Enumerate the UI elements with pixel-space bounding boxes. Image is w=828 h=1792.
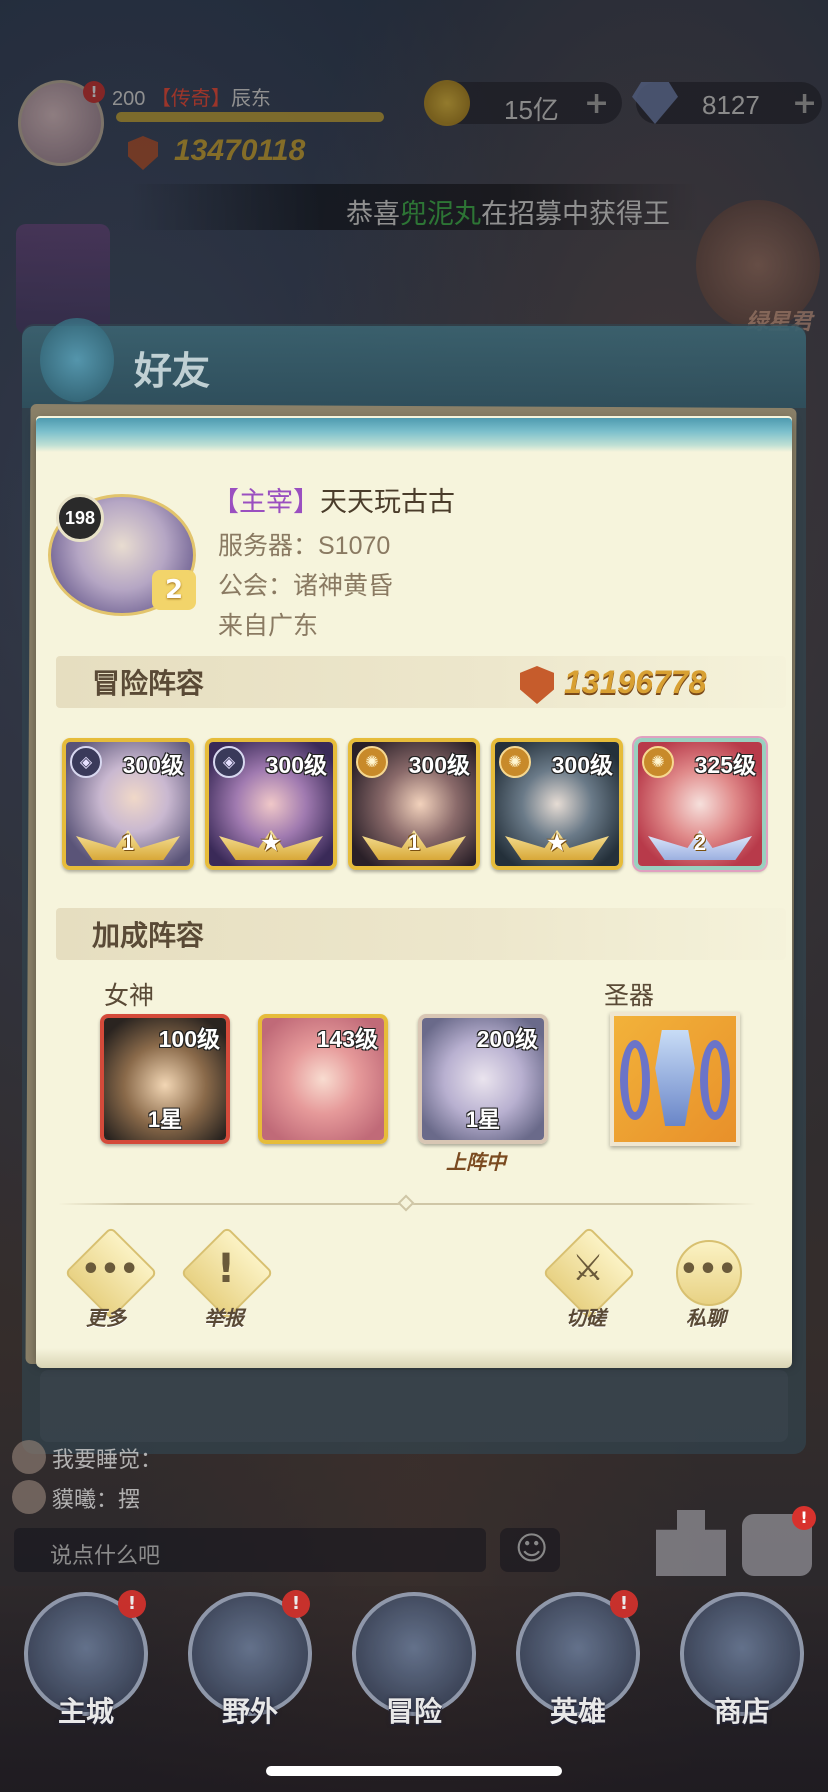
profile-guild: 公会：诸神黄昏 [218, 572, 394, 600]
warning-icon: ! [216, 1246, 236, 1292]
hero-star-rank: 1 [407, 830, 421, 855]
chat-line: 貘曦：摆 [52, 1487, 141, 1512]
chat-line: 我要睡觉： [52, 1447, 163, 1472]
artifact-card[interactable] [610, 1012, 740, 1146]
hero-faction-icon: ✺ [642, 746, 674, 778]
hero-level: 300级 [265, 752, 327, 778]
panel-top-border [36, 418, 792, 452]
bag-icon[interactable]: ! [742, 1506, 816, 1576]
artifact-claw-icon [620, 1040, 650, 1120]
chat-input-placeholder: 说点什么吧 [50, 1543, 161, 1568]
hero-card-4[interactable]: ✺ 300级 ★ [491, 738, 623, 870]
friends-window-emblem-icon [40, 318, 114, 402]
chat-avatar [12, 1440, 46, 1474]
nav-label-heroes: 英雄 [549, 1696, 606, 1727]
hero-star-rank: 1 [121, 830, 135, 855]
hero-level: 300级 [122, 752, 184, 778]
hero-card-3[interactable]: ✺ 300级 1 [348, 738, 480, 870]
duel-label: 切磋 [566, 1308, 606, 1330]
private-chat-label: 私聊 [686, 1308, 726, 1330]
hero-level: 300级 [551, 752, 613, 778]
lineup-power: 13196778 [564, 664, 707, 700]
artifact-label: 圣器 [604, 982, 655, 1010]
goddess-card-3[interactable]: 200级 1星 [418, 1014, 548, 1144]
bonus-lineup-title: 加成阵容 [92, 920, 205, 951]
chat-bubble-icon: ••• [679, 1252, 737, 1287]
nav-label-shop: 商店 [713, 1696, 770, 1727]
emoji-button[interactable] [500, 1528, 560, 1572]
profile-location: 来自广东 [218, 612, 319, 640]
chat-avatar [12, 1480, 46, 1514]
hero-card-2[interactable]: ◈ 300级 ★ [205, 738, 337, 870]
profile-frame-badge: 2 [152, 570, 196, 610]
profile-name: 天天玩古古 [320, 487, 455, 517]
friends-window-footer [40, 1370, 788, 1442]
adventure-lineup-title: 冒险阵容 [92, 668, 205, 699]
nav-label-main-city: 主城 [57, 1696, 114, 1727]
nav-label-adventure: 冒险 [385, 1696, 442, 1727]
artifact-claw-icon [700, 1040, 730, 1120]
profile-title-tag: 【主宰】 [212, 487, 320, 517]
artifact-crystal-icon [655, 1030, 695, 1126]
hero-faction-icon: ✺ [356, 746, 388, 778]
nav-alert-badge: ! [282, 1590, 310, 1618]
hero-faction-icon: ◈ [70, 746, 102, 778]
ellipsis-icon: ••• [81, 1252, 139, 1287]
hero-faction-icon: ✺ [499, 746, 531, 778]
goddess-star: 1星 [147, 1107, 183, 1132]
crossed-swords-icon: ⚔ [571, 1248, 605, 1289]
panel-bottom-edge [36, 1348, 792, 1368]
hero-star-rank: ★ [547, 830, 567, 855]
home-indicator[interactable] [266, 1766, 562, 1776]
goddess-card-2[interactable]: 143级 [258, 1014, 388, 1144]
goddess-level: 200级 [476, 1026, 538, 1052]
nav-alert-badge: ! [118, 1590, 146, 1618]
friends-window-title: 好友 [134, 351, 211, 393]
nav-label-wild: 野外 [221, 1696, 278, 1727]
hero-level: 325级 [694, 752, 756, 778]
hero-card-5[interactable]: ✺ 325级 2 [634, 738, 766, 870]
goddess-card-1[interactable]: 100级 1星 [100, 1014, 230, 1144]
bag-alert-badge: ! [792, 1506, 816, 1530]
goddess-label: 女神 [104, 982, 155, 1010]
profile-server: 服务器：S1070 [218, 532, 391, 560]
nav-alert-badge: ! [610, 1590, 638, 1618]
hero-star-rank: 2 [693, 830, 707, 855]
goddess-star: 1星 [465, 1107, 501, 1132]
hero-faction-icon: ◈ [213, 746, 245, 778]
goddess-level: 143级 [316, 1026, 378, 1052]
hero-star-rank: ★ [261, 830, 281, 855]
profile-level-badge: 198 [56, 494, 104, 542]
goddess-level: 100级 [158, 1026, 220, 1052]
hero-card-1[interactable]: ◈ 300级 1 [62, 738, 194, 870]
more-label: 更多 [86, 1308, 126, 1330]
hero-level: 300级 [408, 752, 470, 778]
profile-name-line: 【主宰】天天玩古古 [212, 480, 455, 519]
report-label: 举报 [204, 1308, 244, 1330]
goddess-deployed-status: 上阵中 [446, 1152, 506, 1174]
